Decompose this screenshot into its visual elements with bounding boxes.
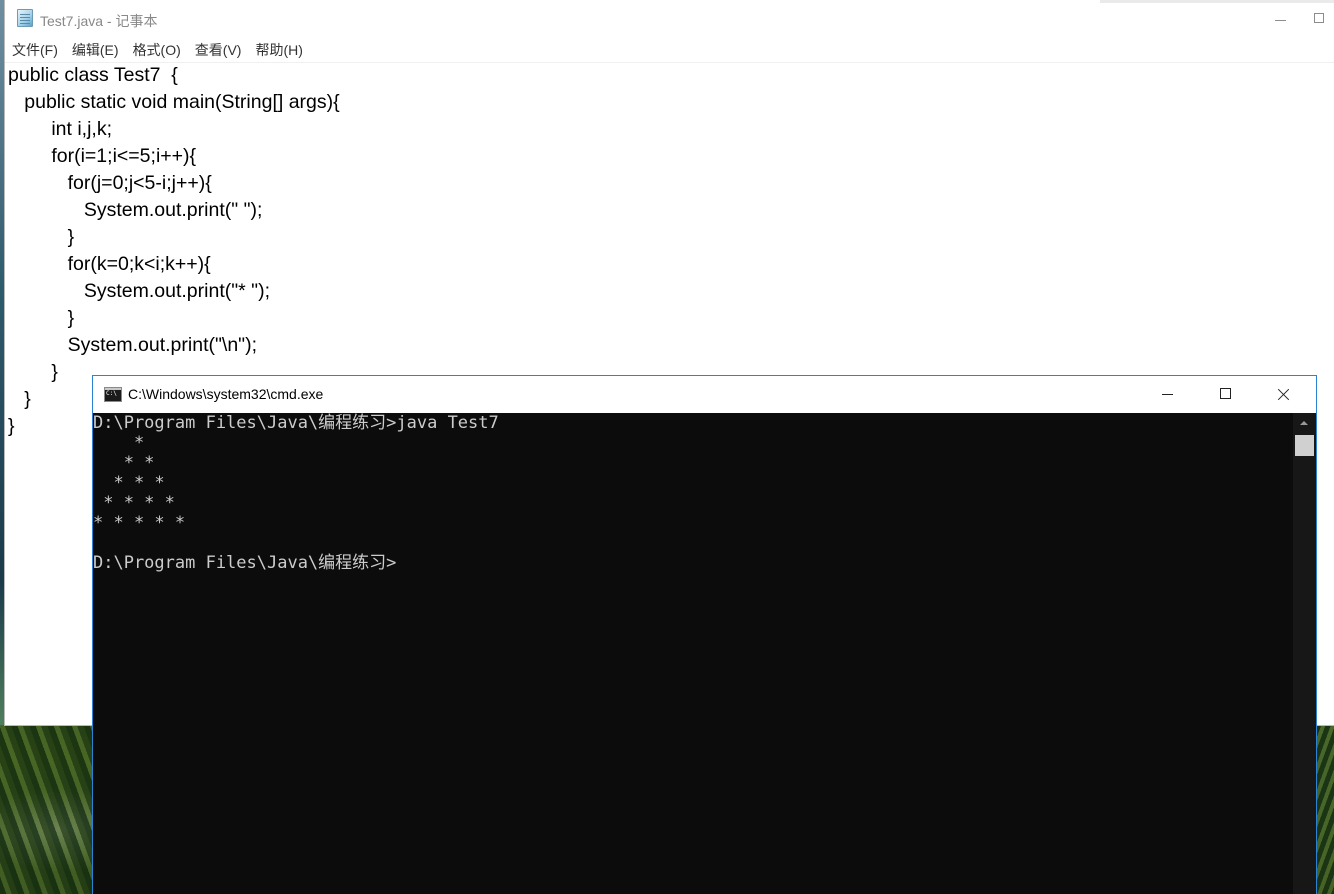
minimize-icon[interactable] <box>1138 376 1196 413</box>
cmd-icon <box>104 387 122 402</box>
console-prompt: D:\Program Files\Java\编程练习> <box>93 553 397 573</box>
code-line: public class Test7 { <box>8 64 178 86</box>
notepad-menubar: 文件(F) 编辑(E) 格式(O) 查看(V) 帮助(H) <box>5 38 1334 63</box>
cmd-title: C:\Windows\system32\cmd.exe <box>128 386 324 402</box>
menu-file[interactable]: 文件(F) <box>5 38 65 62</box>
wallpaper-forest-left <box>0 725 94 894</box>
scroll-up-arrow-icon[interactable] <box>1293 413 1316 433</box>
console-line: * <box>93 433 145 453</box>
code-line: } <box>8 415 15 437</box>
minimize-icon[interactable] <box>1267 4 1295 32</box>
maximize-icon[interactable] <box>1305 4 1333 32</box>
notepad-title: Test7.java - 记事本 <box>40 13 158 29</box>
menu-view[interactable]: 查看(V) <box>188 38 249 62</box>
code-line: } <box>8 388 31 410</box>
menu-edit[interactable]: 编辑(E) <box>65 38 126 62</box>
code-line: for(j=0;j<5-i;j++){ <box>8 172 212 194</box>
titlebar-edge <box>1100 0 1334 3</box>
console-line: * * * * <box>93 493 175 513</box>
cmd-scrollbar[interactable] <box>1293 413 1316 894</box>
cmd-window: C:\Windows\system32\cmd.exe D:\Program F… <box>93 376 1316 894</box>
close-icon[interactable] <box>1254 376 1312 413</box>
console-line: D:\Program Files\Java\编程练习>java Test7 <box>93 413 499 433</box>
code-line: } <box>8 226 75 248</box>
wallpaper-forest-right <box>1316 725 1334 894</box>
cmd-titlebar[interactable]: C:\Windows\system32\cmd.exe <box>93 376 1316 413</box>
menu-format[interactable]: 格式(O) <box>126 38 188 62</box>
notepad-titlebar[interactable]: Test7.java - 记事本 <box>5 0 1334 38</box>
scroll-thumb[interactable] <box>1295 435 1314 456</box>
code-line: } <box>8 307 75 329</box>
notepad-icon <box>17 9 33 27</box>
code-line: for(i=1;i<=5;i++){ <box>8 145 197 167</box>
code-line: System.out.print("\n"); <box>8 334 257 356</box>
code-line: System.out.print(" "); <box>8 199 263 221</box>
console-line: * * <box>93 453 155 473</box>
menu-help[interactable]: 帮助(H) <box>248 38 309 62</box>
console-output[interactable]: D:\Program Files\Java\编程练习>java Test7 * … <box>93 413 1293 894</box>
console-line: * * * * * <box>93 513 186 533</box>
code-line: for(k=0;k<i;k++){ <box>8 253 211 275</box>
maximize-icon[interactable] <box>1196 376 1254 413</box>
code-line: System.out.print("* "); <box>8 280 270 302</box>
code-line: public static void main(String[] args){ <box>8 91 340 113</box>
code-line: int i,j,k; <box>8 118 113 140</box>
code-line: } <box>8 361 58 383</box>
console-line: * * * <box>93 473 165 493</box>
